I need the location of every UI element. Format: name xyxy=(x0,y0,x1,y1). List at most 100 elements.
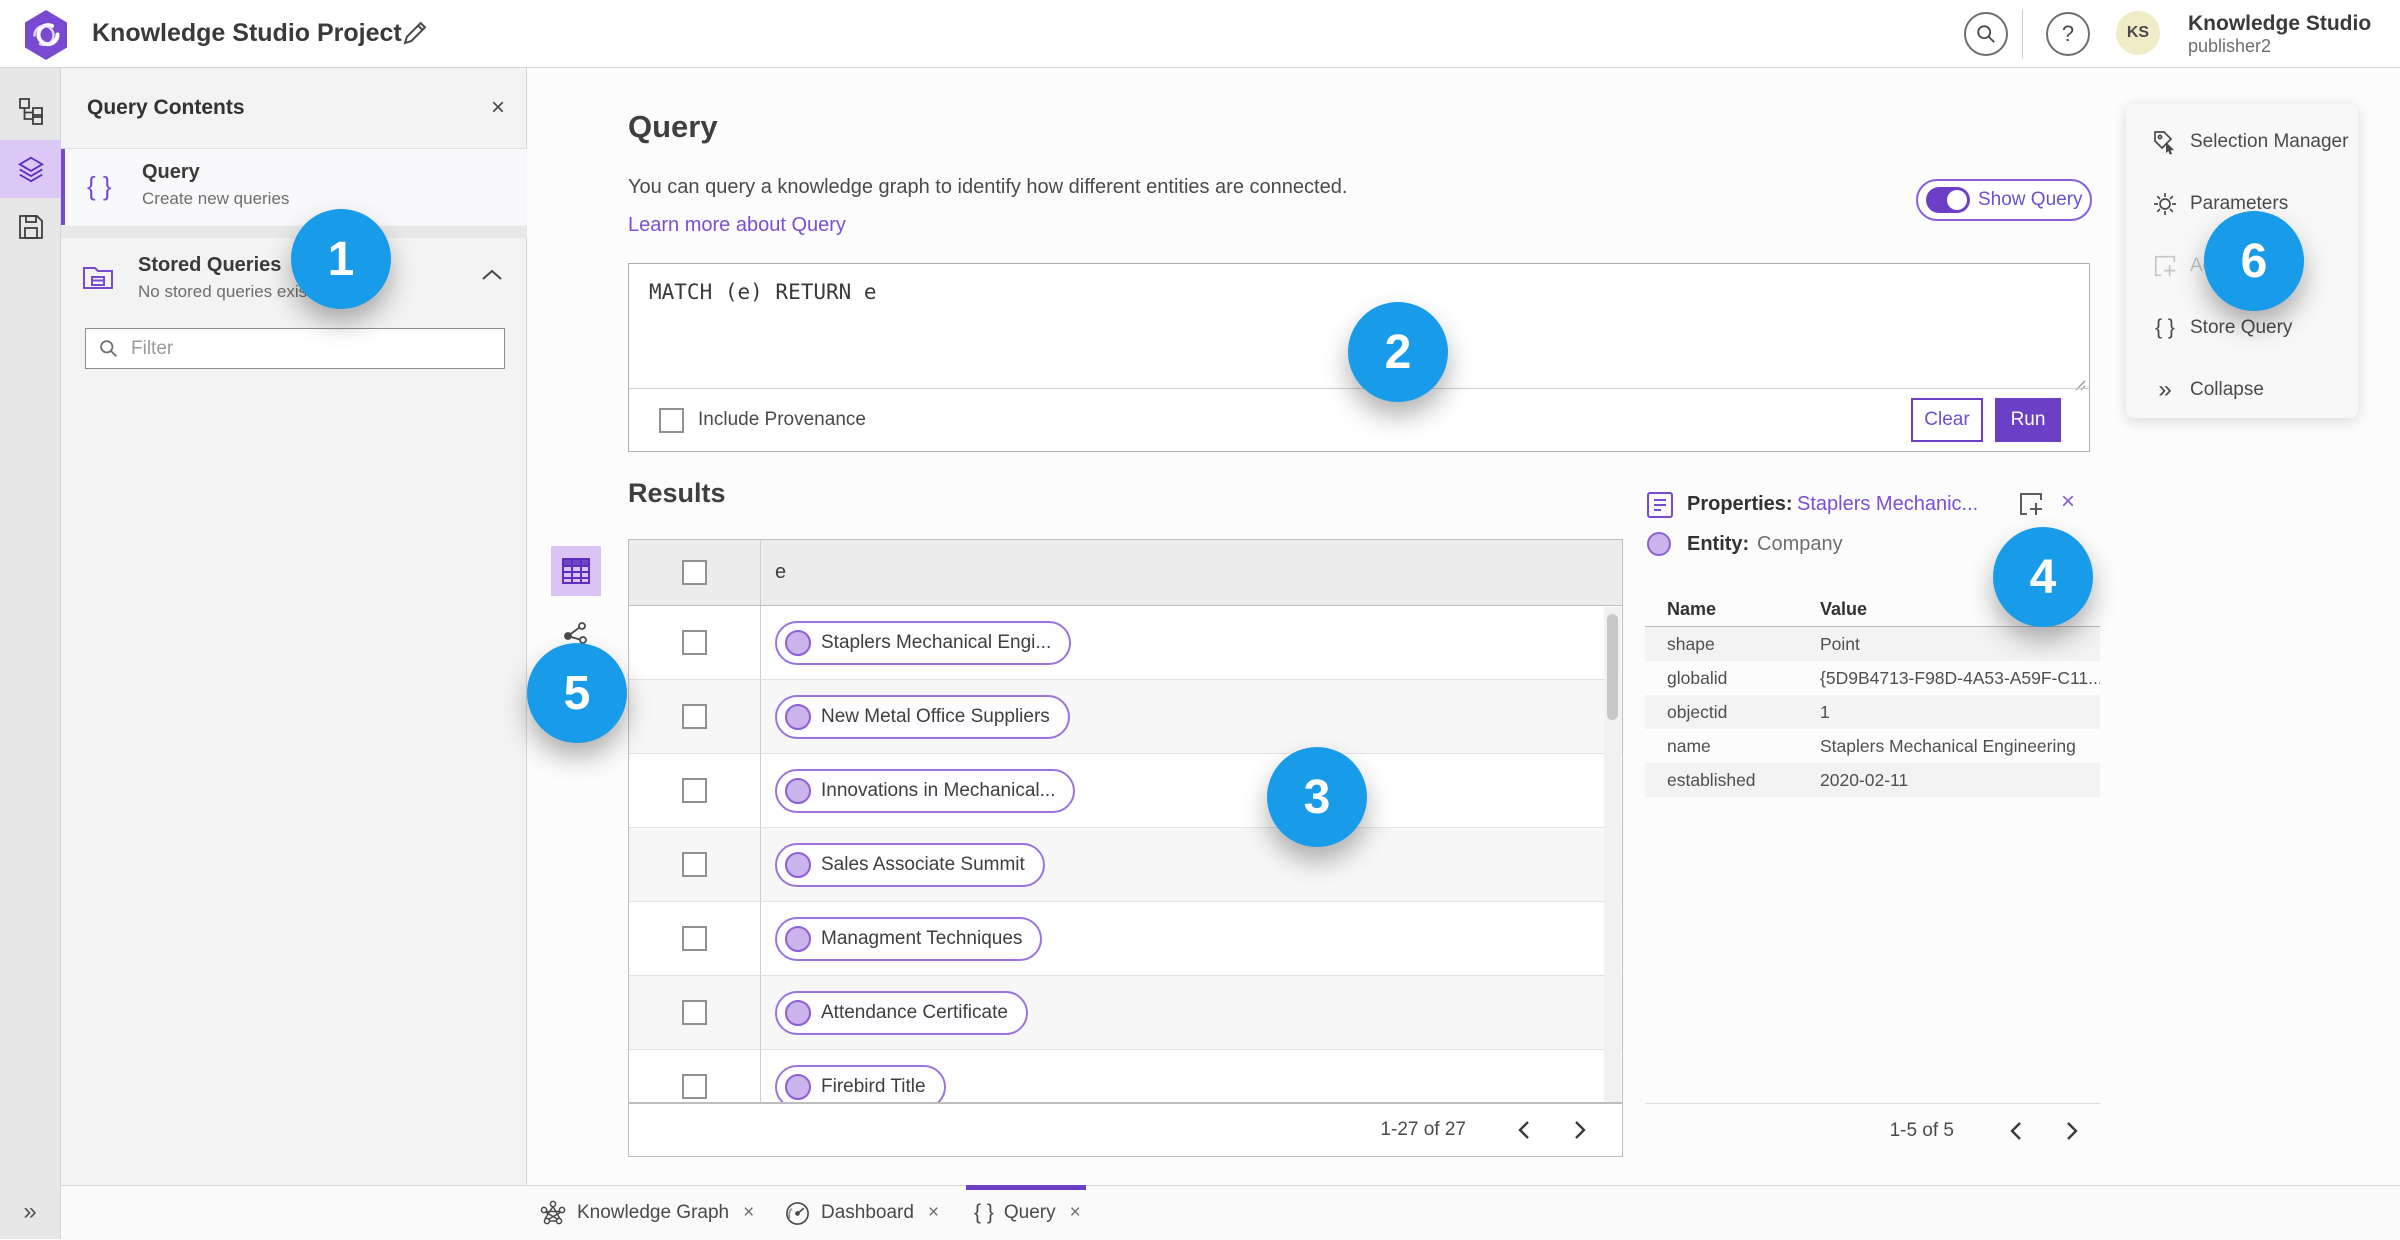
next-page-button[interactable] xyxy=(1552,1112,1608,1148)
property-value: Point xyxy=(1820,633,1860,654)
hierarchy-icon xyxy=(18,98,43,125)
add-to-new-icon[interactable] xyxy=(2017,490,2045,518)
include-provenance-label: Include Provenance xyxy=(698,409,866,430)
entity-pill[interactable]: Innovations in Mechanical... xyxy=(775,768,1076,813)
column-header-e: e xyxy=(775,561,787,583)
clear-button[interactable]: Clear xyxy=(1911,398,1983,442)
table-row: Managment Techniques xyxy=(629,902,1622,976)
entity-pill[interactable]: New Metal Office Suppliers xyxy=(775,694,1070,739)
row-checkbox[interactable] xyxy=(682,852,707,877)
property-name: objectid xyxy=(1667,701,1728,722)
property-value: Staplers Mechanical Engineering xyxy=(1820,735,2076,756)
menu-item-label: Collapse xyxy=(2190,379,2264,400)
row-checkbox[interactable] xyxy=(682,926,707,951)
annotation-4: 4 xyxy=(1993,527,2093,627)
entity-pill[interactable]: Staplers Mechanical Engi... xyxy=(775,620,1072,665)
properties-close-icon[interactable]: × xyxy=(2061,488,2075,516)
tab-dashboard[interactable]: Dashboard × xyxy=(784,1186,939,1240)
property-value: 1 xyxy=(1820,701,1830,722)
entity-pill[interactable]: Firebird Title xyxy=(775,1064,946,1102)
stored-queries-folder-icon xyxy=(81,260,115,294)
scrollbar-thumb[interactable] xyxy=(1607,614,1618,720)
project-title: Knowledge Studio Project xyxy=(92,19,402,47)
sidebar-item-query[interactable]: { } Query Create new queries xyxy=(61,149,527,225)
row-checkbox[interactable] xyxy=(682,704,707,729)
tab-knowledge-graph[interactable]: Knowledge Graph × xyxy=(539,1186,754,1240)
avatar-initials: KS xyxy=(2126,24,2150,41)
table-row: Attendance Certificate xyxy=(629,976,1622,1050)
chevron-right-icon xyxy=(2067,1121,2078,1140)
entity-dot-icon xyxy=(785,925,811,952)
expand-icon: » xyxy=(23,1198,37,1225)
entity-dot-icon xyxy=(785,851,811,878)
properties-icon xyxy=(1645,490,1675,520)
select-all-checkbox[interactable] xyxy=(682,560,707,585)
filter-input[interactable] xyxy=(131,337,461,360)
chevron-left-icon xyxy=(2010,1121,2021,1140)
panel-section-gap xyxy=(61,226,527,238)
rail-hierarchy-button[interactable] xyxy=(0,82,61,140)
row-checkbox[interactable] xyxy=(682,1000,707,1025)
save-icon xyxy=(18,215,43,239)
menu-item-collapse[interactable]: » Collapse xyxy=(2126,366,2358,414)
close-icon[interactable]: × xyxy=(1070,1202,1081,1224)
filter-field[interactable] xyxy=(85,328,505,369)
entity-dot-icon xyxy=(785,777,811,804)
menu-item-selection-manager[interactable]: Selection Manager xyxy=(2126,118,2358,166)
property-name: name xyxy=(1667,735,1711,756)
show-query-toggle[interactable]: Show Query xyxy=(1916,179,2092,221)
rail-save-button[interactable] xyxy=(0,198,61,256)
property-row: objectid 1 xyxy=(1645,695,2100,729)
annotation-5: 5 xyxy=(527,643,627,743)
layers-icon xyxy=(17,156,44,183)
avatar[interactable]: KS xyxy=(2116,11,2160,55)
menu-item-store-query[interactable]: { } Store Query xyxy=(2126,304,2358,352)
chevron-up-icon[interactable] xyxy=(481,268,503,282)
panel-header: Query Contents × xyxy=(61,68,527,148)
row-checkbox[interactable] xyxy=(682,778,707,803)
close-icon[interactable]: × xyxy=(928,1202,939,1224)
row-checkbox[interactable] xyxy=(682,1074,707,1099)
menu-item-label: Parameters xyxy=(2190,193,2289,214)
next-page-button[interactable] xyxy=(2044,1113,2100,1149)
results-pagination: 1-27 of 27 xyxy=(628,1103,1623,1157)
run-button[interactable]: Run xyxy=(1995,398,2061,442)
entity-label: Attendance Certificate xyxy=(821,1001,1008,1023)
property-row: established 2020-02-11 xyxy=(1645,763,2100,797)
properties-pagination: 1-5 of 5 xyxy=(1645,1103,2100,1157)
include-provenance-checkbox[interactable] xyxy=(659,407,684,433)
entity-pill[interactable]: Managment Techniques xyxy=(775,916,1043,961)
search-button[interactable] xyxy=(1964,12,2008,56)
property-value: 2020-02-11 xyxy=(1820,769,1909,790)
close-icon[interactable]: × xyxy=(743,1202,754,1224)
tab-label: Dashboard xyxy=(821,1202,914,1223)
braces-icon: { } xyxy=(974,1201,994,1224)
entity-label: New Metal Office Suppliers xyxy=(821,705,1050,727)
rail-layers-button[interactable] xyxy=(0,140,61,198)
gear-icon xyxy=(2150,191,2180,217)
prev-page-button[interactable] xyxy=(1496,1112,1552,1148)
row-checkbox[interactable] xyxy=(682,630,707,655)
item-subtitle: No stored queries exist xyxy=(138,282,312,301)
item-subtitle: Create new queries xyxy=(142,189,290,208)
annotation-3: 3 xyxy=(1267,747,1367,847)
panel-close-icon[interactable]: × xyxy=(491,94,505,122)
tab-query[interactable]: { } Query × xyxy=(974,1186,1081,1240)
entity-pill[interactable]: Sales Associate Summit xyxy=(775,842,1045,887)
chevron-left-icon xyxy=(1518,1121,1529,1139)
learn-more-link[interactable]: Learn more about Query xyxy=(628,214,846,237)
topbar-divider xyxy=(2022,10,2023,58)
help-icon: ? xyxy=(2061,21,2075,46)
toggle-label: Show Query xyxy=(1978,189,2083,210)
table-view-button[interactable] xyxy=(551,546,601,596)
toggle-track xyxy=(1926,187,1970,213)
entity-dot-icon xyxy=(785,1073,811,1100)
chevron-right-icon xyxy=(1575,1121,1586,1139)
entity-pill[interactable]: Attendance Certificate xyxy=(775,990,1028,1035)
rail-expand-button[interactable]: » xyxy=(0,1185,61,1239)
help-button[interactable]: ? xyxy=(2046,12,2090,56)
edit-title-icon[interactable] xyxy=(400,18,430,48)
property-name: established xyxy=(1667,769,1756,790)
properties-entity-link[interactable]: Staplers Mechanic... xyxy=(1797,493,1978,516)
prev-page-button[interactable] xyxy=(1988,1113,2044,1149)
